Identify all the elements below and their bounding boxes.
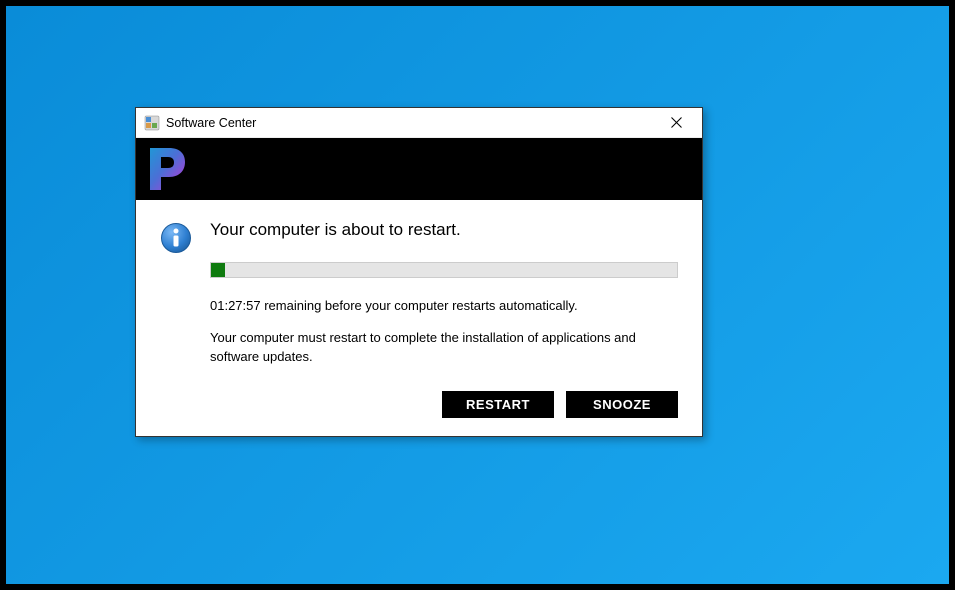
window-title: Software Center <box>166 116 656 130</box>
restart-button[interactable]: RESTART <box>442 391 554 418</box>
progress-fill <box>211 263 225 277</box>
progress-bar <box>210 262 678 278</box>
app-icon <box>144 115 160 131</box>
info-icon <box>160 222 192 254</box>
button-row: RESTART SNOOZE <box>210 391 678 418</box>
titlebar: Software Center <box>136 108 702 138</box>
dialog-heading: Your computer is about to restart. <box>210 220 678 240</box>
remaining-time-text: 01:27:57 remaining before your computer … <box>210 298 678 313</box>
brand-banner <box>136 138 702 200</box>
content-body: Your computer is about to restart. 01:27… <box>210 220 678 418</box>
snooze-button[interactable]: SNOOZE <box>566 391 678 418</box>
brand-logo-icon <box>142 144 192 194</box>
dialog-content: Your computer is about to restart. 01:27… <box>136 200 702 436</box>
restart-reason-text: Your computer must restart to complete t… <box>210 329 678 367</box>
software-center-dialog: Software Center <box>135 107 703 437</box>
close-icon <box>671 117 682 128</box>
close-button[interactable] <box>656 109 696 137</box>
info-icon-wrap <box>160 220 192 418</box>
desktop-background: Software Center <box>6 6 949 584</box>
